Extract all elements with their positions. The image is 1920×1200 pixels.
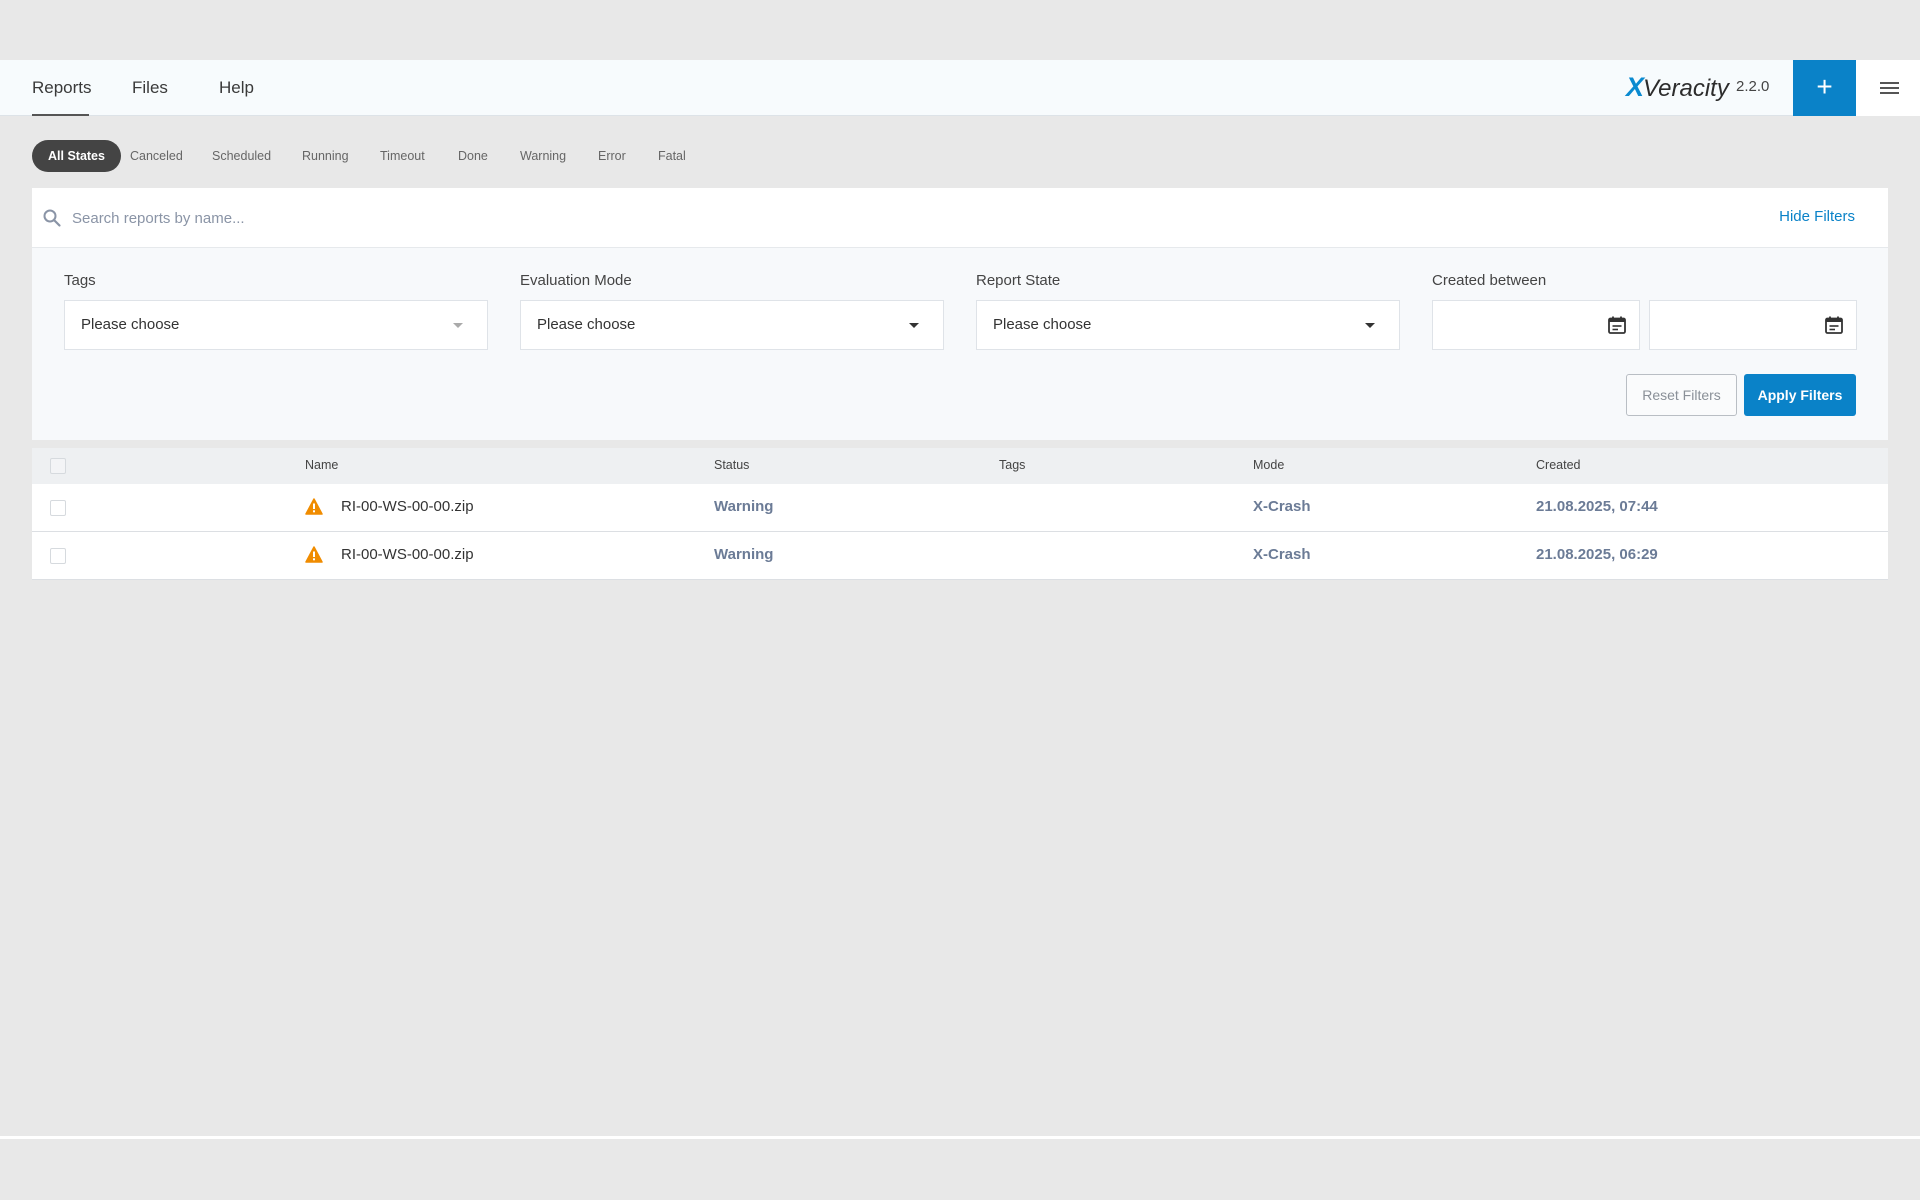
menu-button[interactable] [1856, 60, 1920, 116]
plus-icon: + [1816, 71, 1833, 102]
evaluation-mode-select[interactable]: Please choose [520, 300, 944, 350]
calendar-icon[interactable] [1824, 315, 1844, 335]
hide-filters-link[interactable]: Hide Filters [1779, 208, 1855, 225]
reports-table: Name Status Tags Mode Created RI-00-WS-0… [32, 448, 1888, 580]
evaluation-mode-label: Evaluation Mode [520, 272, 632, 289]
hamburger-icon-line [1880, 87, 1899, 89]
tags-filter-label: Tags [64, 272, 96, 289]
evaluation-mode-value: Please choose [537, 316, 636, 333]
add-report-button[interactable]: + [1793, 60, 1856, 116]
report-state-label: Report State [976, 272, 1061, 289]
report-created: 21.08.2025, 06:29 [1536, 546, 1658, 563]
created-from-date-input[interactable] [1432, 300, 1640, 350]
top-header: Reports Files Help X Veracity 2.2.0 + [0, 60, 1920, 116]
nav-tab-reports[interactable]: Reports [32, 60, 92, 116]
state-pill-timeout[interactable]: Timeout [364, 140, 441, 172]
logo-word: Veracity [1643, 75, 1729, 102]
created-between-label: Created between [1432, 272, 1547, 289]
chevron-down-icon [1365, 323, 1375, 328]
state-pill-error[interactable]: Error [582, 140, 642, 172]
search-bar: Hide Filters [32, 188, 1888, 248]
tags-select-value: Please choose [81, 316, 180, 333]
state-pill-scheduled[interactable]: Scheduled [196, 140, 287, 172]
app-version: 2.2.0 [1736, 78, 1770, 95]
report-mode: X-Crash [1253, 498, 1311, 515]
chevron-down-icon [453, 323, 463, 328]
logo-x: X [1626, 72, 1644, 102]
app-logo: X Veracity [1626, 72, 1729, 104]
state-pill-warning[interactable]: Warning [504, 140, 582, 172]
report-state-select[interactable]: Please choose [976, 300, 1400, 350]
column-header-name[interactable]: Name [305, 458, 338, 472]
table-row[interactable]: RI-00-WS-00-00.zip Warning X-Crash 21.08… [32, 532, 1888, 580]
row-checkbox[interactable] [50, 548, 66, 564]
table-row[interactable]: RI-00-WS-00-00.zip Warning X-Crash 21.08… [32, 484, 1888, 532]
warning-triangle-icon [305, 546, 323, 563]
state-pill-running[interactable]: Running [286, 140, 365, 172]
app: Reports Files Help X Veracity 2.2.0 + Al… [0, 0, 1920, 1200]
search-icon [43, 209, 61, 227]
reset-filters-button[interactable]: Reset Filters [1626, 374, 1737, 416]
state-pill-fatal[interactable]: Fatal [642, 140, 702, 172]
tags-select[interactable]: Please choose [64, 300, 488, 350]
state-pill-done[interactable]: Done [442, 140, 504, 172]
report-mode: X-Crash [1253, 546, 1311, 563]
nav-tab-files[interactable]: Files [132, 60, 168, 116]
select-all-checkbox[interactable] [50, 458, 66, 474]
hamburger-icon-line [1880, 92, 1899, 94]
footer-divider [0, 1136, 1920, 1139]
report-state-value: Please choose [993, 316, 1092, 333]
nav-tab-help[interactable]: Help [219, 60, 254, 116]
search-input[interactable] [72, 202, 1372, 234]
chevron-down-icon [909, 323, 919, 328]
apply-filters-button[interactable]: Apply Filters [1744, 374, 1856, 416]
column-header-status[interactable]: Status [714, 458, 749, 472]
report-status: Warning [714, 546, 774, 563]
report-status: Warning [714, 498, 774, 515]
state-pill-canceled[interactable]: Canceled [114, 140, 199, 172]
report-name[interactable]: RI-00-WS-00-00.zip [341, 498, 474, 515]
column-header-mode[interactable]: Mode [1253, 458, 1284, 472]
hamburger-icon [1880, 82, 1899, 84]
report-name[interactable]: RI-00-WS-00-00.zip [341, 546, 474, 563]
column-header-tags[interactable]: Tags [999, 458, 1025, 472]
table-header: Name Status Tags Mode Created [32, 448, 1888, 484]
created-to-date-input[interactable] [1649, 300, 1857, 350]
state-pill-all[interactable]: All States [32, 140, 121, 172]
filter-panel: Hide Filters Tags Please choose Evaluati… [32, 188, 1888, 440]
calendar-icon[interactable] [1607, 315, 1627, 335]
report-created: 21.08.2025, 07:44 [1536, 498, 1658, 515]
column-header-created[interactable]: Created [1536, 458, 1580, 472]
warning-triangle-icon [305, 498, 323, 515]
row-checkbox[interactable] [50, 500, 66, 516]
